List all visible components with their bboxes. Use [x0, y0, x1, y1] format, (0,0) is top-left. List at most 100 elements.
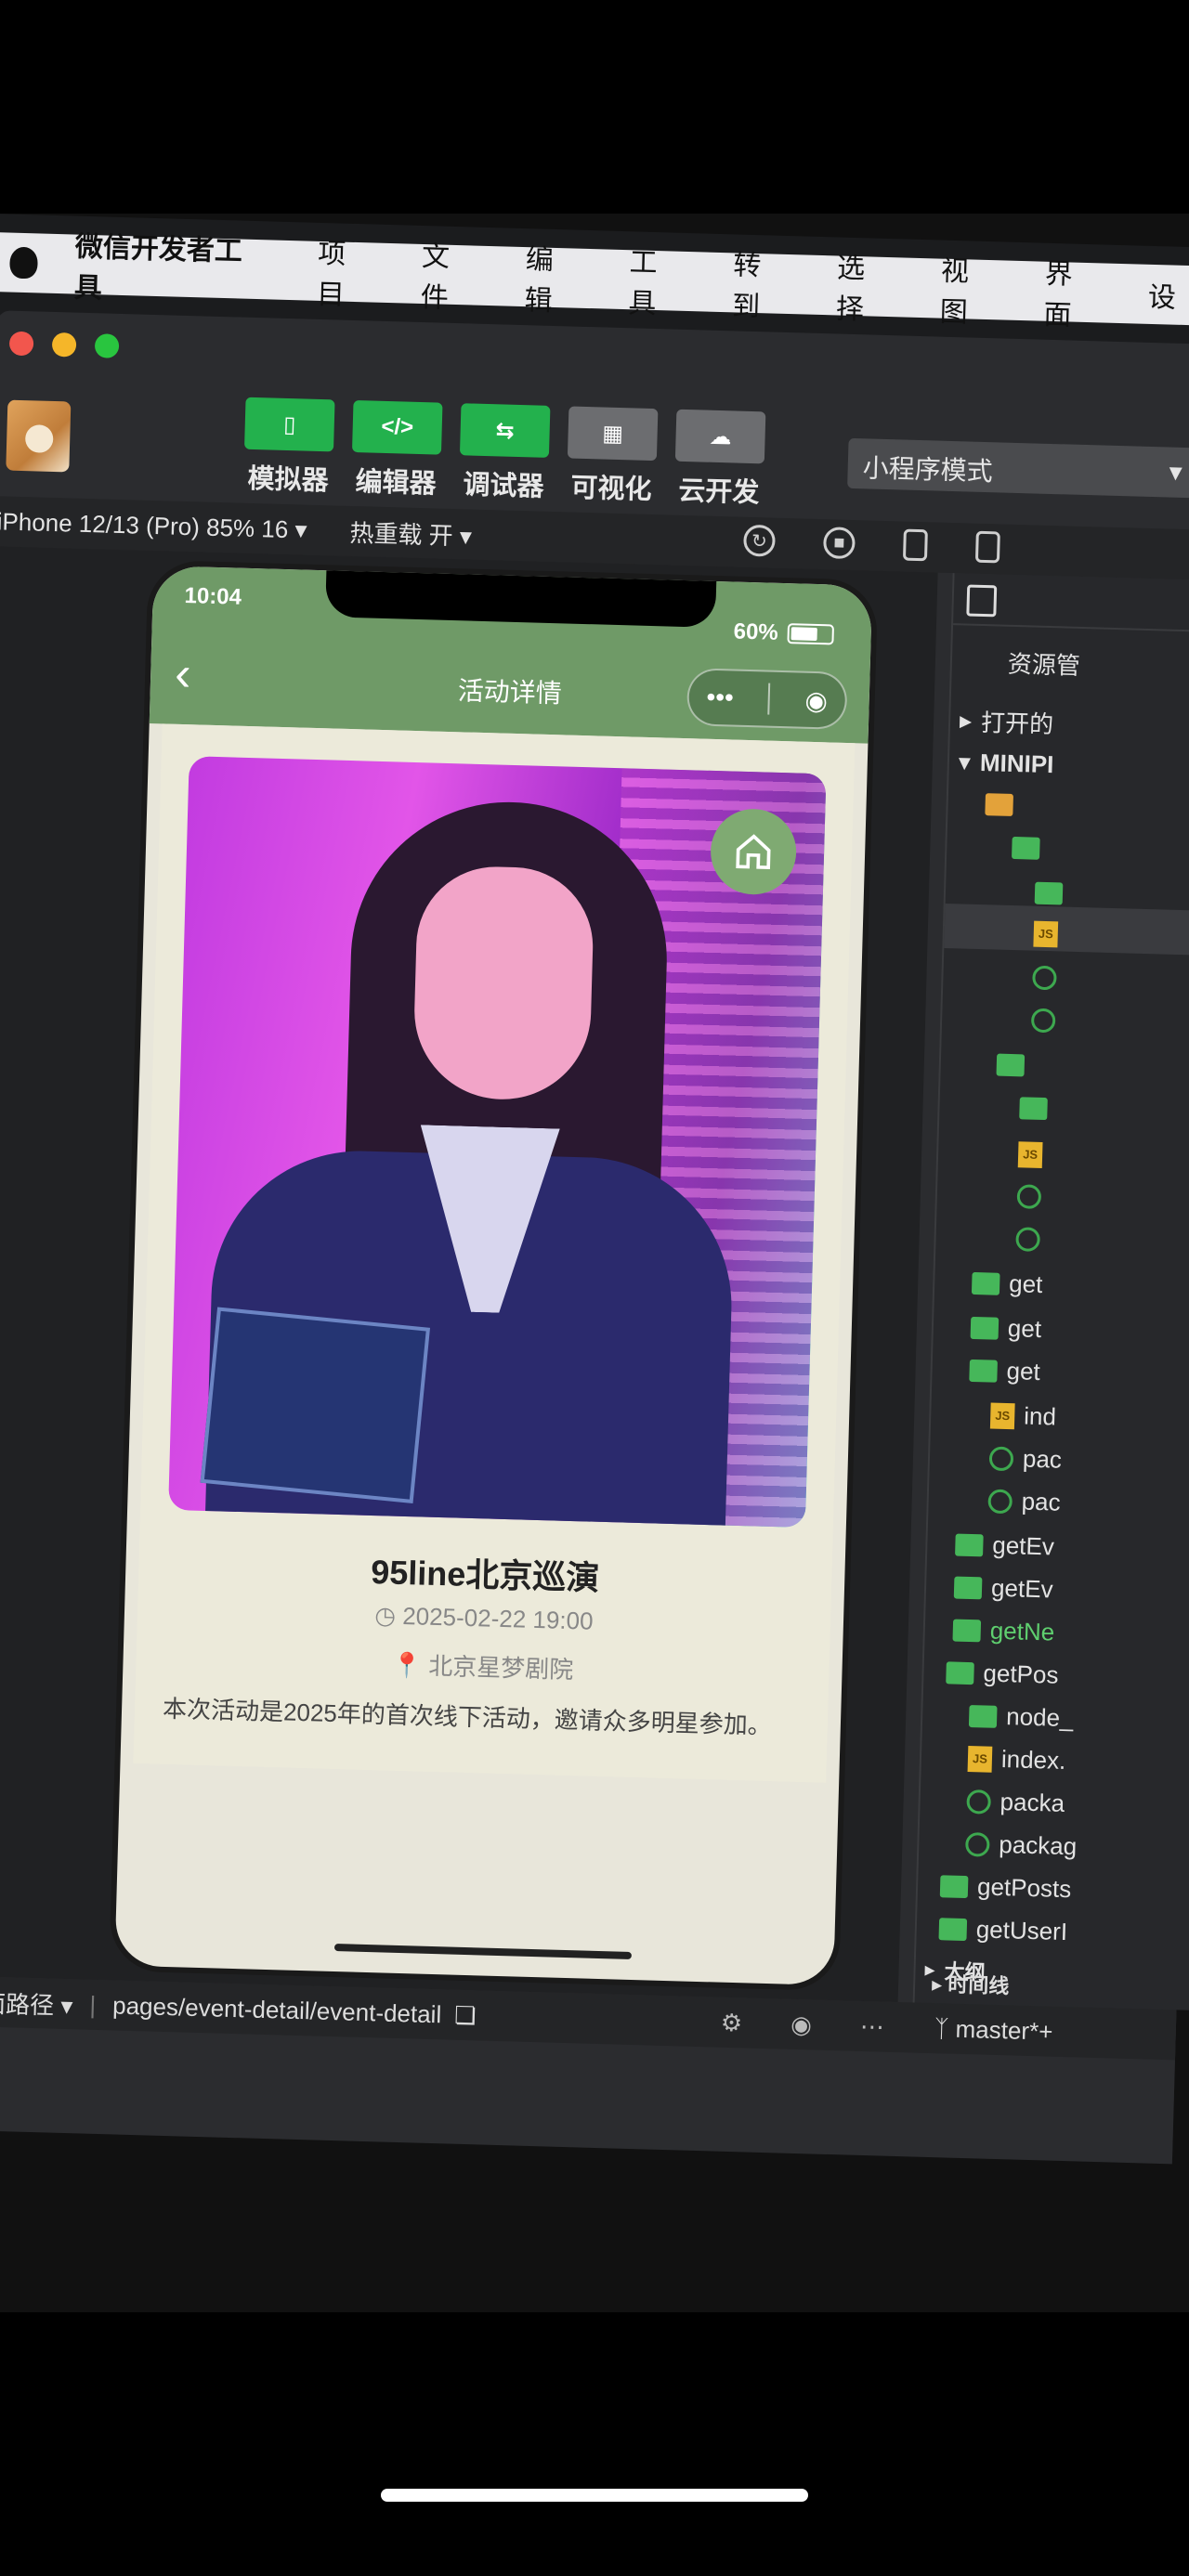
- tree-item-label: getEv: [991, 1530, 1055, 1561]
- timeline-section[interactable]: ▸ 时间线: [932, 1968, 1010, 1999]
- more-dots-icon[interactable]: •••: [706, 683, 734, 713]
- zoom-window-button[interactable]: [94, 333, 120, 358]
- phone-simulator: 10:04 60% ‹ 活动详情 ••• ◉ 95line北京巡演 ◷ 2025…: [109, 559, 879, 1992]
- more-icon[interactable]: ⋯: [859, 2011, 884, 2041]
- user-avatar[interactable]: [6, 399, 72, 473]
- minimize-window-button[interactable]: [51, 332, 77, 358]
- bug-icon[interactable]: ⚙: [720, 2008, 743, 2037]
- phone-home-indicator: [333, 1944, 632, 1959]
- menu-app-name[interactable]: 微信开发者工具: [73, 224, 270, 311]
- menu-item-file[interactable]: 文件: [420, 233, 477, 317]
- copy-path-icon[interactable]: ❏: [454, 2000, 477, 2030]
- device-icon[interactable]: [902, 528, 928, 562]
- tree-folder[interactable]: getEv: [955, 1530, 1054, 1562]
- phone-icon: ▯: [244, 397, 335, 452]
- chevron-down-icon: ▾: [1169, 457, 1183, 487]
- page-path-label[interactable]: 页面路径 ▾: [0, 1984, 73, 2021]
- folder-icon: [939, 1874, 969, 1898]
- menu-item-project[interactable]: 项目: [317, 230, 374, 314]
- mac-menu-bar: 微信开发者工具 项目 文件 编辑 工具 转到 选择 视图 界面 设: [0, 230, 1189, 332]
- battery-percent: 60%: [733, 618, 779, 645]
- menu-item-view[interactable]: 视图: [939, 248, 997, 332]
- tree-file[interactable]: [1032, 965, 1057, 991]
- tree-folder[interactable]: getUserI: [938, 1914, 1067, 1946]
- tree-folder[interactable]: get: [969, 1356, 1040, 1386]
- device-select[interactable]: iPhone 12/13 (Pro) 85% 16 ▾: [0, 507, 307, 544]
- folder-icon: [968, 1704, 998, 1728]
- git-branch[interactable]: ᛉ master*+: [934, 2014, 1052, 2047]
- json-file-icon: [988, 1446, 1014, 1471]
- hot-reload-toggle[interactable]: 热重载 开 ▾: [349, 514, 472, 552]
- tree-file[interactable]: packa: [966, 1787, 1065, 1818]
- tree-folder[interactable]: [1012, 836, 1040, 860]
- js-file-icon: JS: [1017, 1141, 1043, 1169]
- json-file-icon: [966, 1789, 992, 1815]
- tree-folder[interactable]: [1019, 1097, 1048, 1121]
- tree-folder[interactable]: get: [970, 1313, 1041, 1344]
- tree-file[interactable]: [1015, 1227, 1040, 1252]
- mode-select-value: 小程序模式: [862, 453, 994, 487]
- tree-file[interactable]: packag: [965, 1829, 1078, 1861]
- tree-folder[interactable]: getEv: [953, 1573, 1053, 1605]
- status-time: 10:04: [184, 582, 242, 610]
- clock-icon: ◷: [373, 1601, 397, 1630]
- simulator-button[interactable]: ▯ 模拟器: [243, 397, 335, 499]
- file-explorer: 资源管 ▸ 打开的 ▾ MINIPI JS JS get get get JS i…: [912, 573, 1189, 2010]
- tree-folder[interactable]: node_: [968, 1701, 1074, 1733]
- project-root[interactable]: ▾ MINIPI: [958, 748, 1054, 779]
- menu-item-tools[interactable]: 工具: [628, 239, 686, 322]
- eye-icon[interactable]: ◉: [790, 2010, 813, 2039]
- avatar-face: [24, 424, 54, 453]
- tree-folder[interactable]: getPosts: [939, 1871, 1072, 1904]
- poster-face: [412, 865, 595, 1102]
- folder-icon: [1019, 1097, 1048, 1121]
- refresh-icon[interactable]: ↻: [743, 524, 776, 557]
- mode-select[interactable]: 小程序模式 ▾: [847, 437, 1189, 500]
- json-file-icon: [1032, 965, 1057, 991]
- stop-icon[interactable]: ■: [822, 527, 856, 560]
- menu-item-select[interactable]: 选择: [835, 244, 893, 328]
- tree-file[interactable]: pac: [987, 1487, 1061, 1517]
- open-editors-section[interactable]: ▸ 打开的: [960, 703, 1054, 740]
- menu-item-edit[interactable]: 编辑: [524, 236, 581, 319]
- apple-icon[interactable]: [9, 246, 38, 280]
- tree-folder[interactable]: get: [971, 1268, 1043, 1299]
- menu-item-goto[interactable]: 转到: [732, 241, 790, 325]
- close-target-icon[interactable]: ◉: [804, 684, 828, 716]
- project-root-label: MINIPI: [979, 748, 1054, 779]
- close-window-button[interactable]: [8, 331, 34, 357]
- tree-folder[interactable]: [985, 793, 1013, 816]
- tree-file[interactable]: pac: [988, 1444, 1063, 1475]
- tree-file[interactable]: JS: [1033, 920, 1059, 948]
- visual-button[interactable]: ▦ 可视化: [566, 406, 659, 507]
- path-divider: |: [89, 1990, 97, 2019]
- editor-button[interactable]: </> 编辑器: [351, 399, 443, 501]
- visual-label: 可视化: [570, 473, 652, 505]
- tree-folder[interactable]: getPos: [946, 1658, 1059, 1689]
- tree-file[interactable]: JS: [1017, 1141, 1043, 1169]
- tree-file[interactable]: JS ind: [989, 1401, 1056, 1432]
- window-icon[interactable]: [974, 530, 1000, 564]
- folder-icon: [946, 1660, 974, 1685]
- tree-item-label: pac: [1022, 1444, 1063, 1474]
- monitor-display: 微信开发者工具 项目 文件 编辑 工具 转到 选择 视图 界面 设 ▯ 模拟器: [0, 214, 1189, 2165]
- folder-icon: [969, 1359, 998, 1383]
- tree-folder[interactable]: [1034, 881, 1064, 905]
- menu-item-interface[interactable]: 界面: [1043, 251, 1101, 334]
- main-toolbar: ▯ 模拟器 </> 编辑器 ⇆ 调试器 ▦ 可视化 ☁ 云开发: [243, 397, 766, 511]
- tree-folder[interactable]: [996, 1053, 1026, 1077]
- menu-item-settings[interactable]: 设: [1147, 274, 1176, 316]
- tree-item-label: pac: [1021, 1487, 1062, 1516]
- tree-folder[interactable]: getNe: [952, 1616, 1055, 1647]
- tree-item-label: index.: [1000, 1745, 1066, 1775]
- capsule-menu[interactable]: ••• ◉: [686, 668, 848, 730]
- folder-icon: [1034, 881, 1064, 905]
- debugger-button[interactable]: ⇆ 调试器: [459, 403, 551, 504]
- tree-file[interactable]: [1016, 1184, 1042, 1209]
- tree-file[interactable]: [1030, 1008, 1056, 1034]
- tree-file[interactable]: JS index.: [967, 1744, 1066, 1776]
- cloud-dev-button[interactable]: ☁ 云开发: [673, 409, 766, 511]
- open-editors-label: 打开的: [980, 708, 1054, 739]
- copy-files-icon[interactable]: [966, 584, 998, 618]
- json-file-icon: [1015, 1227, 1040, 1252]
